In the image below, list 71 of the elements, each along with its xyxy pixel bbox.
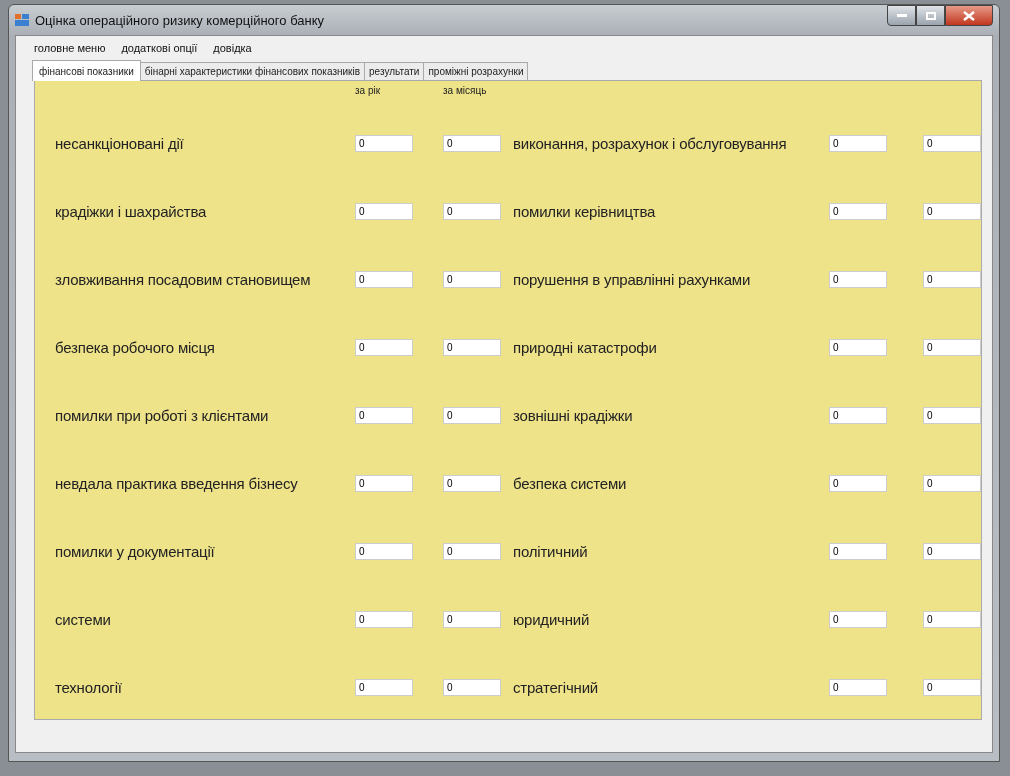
field-label: політичний <box>513 542 589 560</box>
field-label: стратегічний <box>513 678 600 696</box>
field-label: помилки у документації <box>55 542 216 560</box>
input-field[interactable]: 0 <box>355 270 413 288</box>
field-label: безпека робочого місця <box>55 338 216 356</box>
input-field[interactable]: 0 <box>443 610 501 628</box>
tab[interactable]: бінарні характеристики фінансових показників <box>139 62 365 80</box>
input-field[interactable]: 0 <box>829 338 887 356</box>
input-field[interactable]: 0 <box>923 270 981 288</box>
input-field[interactable]: 0 <box>355 474 413 492</box>
input-field[interactable]: 0 <box>443 406 501 424</box>
input-field[interactable]: 0 <box>443 542 501 560</box>
input-field[interactable]: 0 <box>443 678 501 696</box>
close-icon <box>963 10 975 21</box>
input-field[interactable]: 0 <box>829 678 887 696</box>
input-field[interactable]: 0 <box>829 406 887 424</box>
input-field[interactable]: 0 <box>829 542 887 560</box>
menu-item[interactable]: головне меню <box>28 40 112 56</box>
field-label: безпека системи <box>513 474 628 492</box>
close-button[interactable] <box>945 5 993 26</box>
window-title: Оцінка операційного ризику комерційного банку <box>35 12 324 28</box>
input-field[interactable]: 0 <box>829 474 887 492</box>
field-label: зовнішні крадіжки <box>513 406 634 424</box>
field-label: крадіжки і шахрайства <box>55 202 208 220</box>
field-label: помилки при роботі з клієнтами <box>55 406 270 424</box>
field-label: несанкціоновані дії <box>55 134 185 152</box>
maximize-icon <box>925 11 936 20</box>
field-label: системи <box>55 610 112 628</box>
field-label: природні катастрофи <box>513 338 658 356</box>
field-label: юридичний <box>513 610 591 628</box>
input-field[interactable]: 0 <box>923 678 981 696</box>
input-field[interactable]: 0 <box>443 270 501 288</box>
input-field[interactable]: 0 <box>923 542 981 560</box>
input-field[interactable]: 0 <box>923 134 981 152</box>
input-field[interactable]: 0 <box>355 406 413 424</box>
column-header: за рік <box>355 85 382 96</box>
minimize-icon <box>896 13 907 18</box>
tab[interactable]: результати <box>364 62 425 80</box>
input-field[interactable]: 0 <box>829 270 887 288</box>
tab[interactable]: проміжні розрахунки <box>423 62 529 80</box>
input-field[interactable]: 0 <box>923 406 981 424</box>
field-label: виконання, розрахунок і обслуговування <box>513 134 788 152</box>
input-field[interactable]: 0 <box>355 202 413 220</box>
input-field[interactable]: 0 <box>443 202 501 220</box>
maximize-button[interactable] <box>916 5 945 26</box>
input-field[interactable]: 0 <box>923 610 981 628</box>
input-field[interactable]: 0 <box>355 134 413 152</box>
input-field[interactable]: 0 <box>443 338 501 356</box>
field-label: зловживання посадовим становищем <box>55 270 312 288</box>
input-field[interactable]: 0 <box>443 474 501 492</box>
input-field[interactable]: 0 <box>923 338 981 356</box>
input-field[interactable]: 0 <box>923 474 981 492</box>
field-label: невдала практика введення бізнесу <box>55 474 299 492</box>
input-field[interactable]: 0 <box>923 202 981 220</box>
app-icon <box>15 14 29 26</box>
input-field[interactable]: 0 <box>829 202 887 220</box>
input-field[interactable]: 0 <box>829 134 887 152</box>
column-header: за місяць <box>443 85 488 96</box>
input-field[interactable]: 0 <box>355 610 413 628</box>
field-label: порушення в управлінні рахунками <box>513 270 752 288</box>
input-field[interactable]: 0 <box>829 610 887 628</box>
input-field[interactable]: 0 <box>355 542 413 560</box>
minimize-button[interactable] <box>887 5 916 26</box>
menu-item[interactable]: довідка <box>207 40 258 56</box>
menu-item[interactable]: додаткові опції <box>115 40 204 56</box>
field-label: технології <box>55 678 123 696</box>
tab[interactable]: фінансові показники <box>32 60 141 81</box>
input-field[interactable]: 0 <box>443 134 501 152</box>
field-label: помилки керівництва <box>513 202 657 220</box>
input-field[interactable]: 0 <box>355 678 413 696</box>
input-field[interactable]: 0 <box>355 338 413 356</box>
